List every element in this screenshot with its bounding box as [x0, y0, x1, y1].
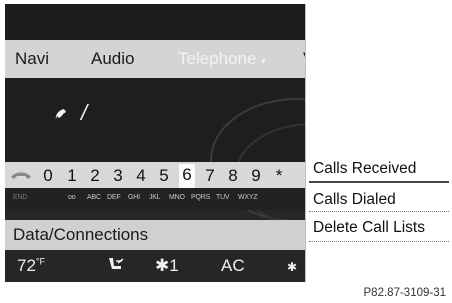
menu-item-telephone[interactable]: Telephone ▾: [178, 49, 266, 69]
chevron-down-icon: ▾: [261, 56, 266, 66]
figure-caption: P82.87-3109-31: [363, 287, 446, 299]
air-distribution-icon[interactable]: [105, 256, 125, 274]
key-3[interactable]: 3: [110, 166, 126, 186]
temperature-value: 72: [17, 256, 36, 275]
fan-speed-control[interactable]: ✱1: [155, 256, 179, 276]
key-2-letters: ABC: [87, 194, 101, 201]
key-4-letters: GHI: [128, 194, 140, 201]
climate-bar: 72°F ✱1 AC ✱: [5, 250, 305, 282]
key-9-letters: WXYZ: [238, 194, 258, 201]
data-connections-button[interactable]: Data/Connections: [5, 220, 305, 250]
end-call-icon[interactable]: [9, 168, 33, 182]
menu-item-audio[interactable]: Audio: [91, 49, 134, 69]
number-keypad: 0 1 2 3 4 5 6 7 8 9 *: [5, 162, 305, 188]
end-label: END: [13, 194, 28, 201]
key-star[interactable]: *: [271, 166, 287, 186]
temperature-unit: °F: [35, 256, 46, 267]
key-3-letters: DEF: [107, 194, 121, 201]
key-5[interactable]: 5: [156, 166, 172, 186]
head-unit-screen: Navi Audio Telephone ▾ V / 0 1 2 3 4 5 6…: [5, 4, 305, 282]
status-bar: [5, 4, 305, 40]
key-7-letters: PQRS: [191, 194, 211, 201]
temperature-readout[interactable]: 72°F: [17, 256, 45, 276]
divider: [305, 4, 306, 282]
key-8-letters: TUV: [216, 194, 230, 201]
data-connections-label: Data/Connections: [13, 225, 149, 244]
divider: [309, 241, 449, 242]
keypad-letter-labels: END oo ABC DEF GHI JKL MNO PQRS TUV WXYZ: [5, 188, 305, 210]
call-lists-menu: Calls Received Calls Dialed Delete Call …: [305, 4, 452, 282]
key-8[interactable]: 8: [225, 166, 241, 186]
menu-item-calls-dialed[interactable]: Calls Dialed: [313, 191, 396, 209]
input-cursor: /: [81, 100, 88, 125]
key-1[interactable]: 1: [64, 166, 80, 186]
fan-icon[interactable]: ✱: [287, 260, 297, 274]
menu-item-delete-call-lists[interactable]: Delete Call Lists: [313, 219, 425, 237]
key-6-letters: MNO: [169, 194, 185, 201]
key-7[interactable]: 7: [202, 166, 218, 186]
menu-item-telephone-label: Telephone: [178, 49, 257, 68]
ac-button[interactable]: AC: [221, 256, 245, 276]
key-4[interactable]: 4: [133, 166, 149, 186]
phone-handset-icon: [55, 109, 66, 119]
key-9[interactable]: 9: [248, 166, 264, 186]
key-2[interactable]: 2: [87, 166, 103, 186]
menu-item-navi[interactable]: Navi: [15, 49, 49, 69]
fan-icon: ✱: [155, 256, 170, 275]
main-menu-bar: Navi Audio Telephone ▾ V: [5, 40, 305, 78]
key-0[interactable]: 0: [40, 166, 56, 186]
menu-item-calls-received[interactable]: Calls Received: [313, 160, 416, 178]
selection-underline: [309, 181, 449, 183]
voicemail-label: oo: [68, 194, 76, 201]
fan-level: 1: [169, 256, 179, 275]
key-5-letters: JKL: [149, 194, 161, 201]
key-6[interactable]: 6: [179, 164, 195, 188]
dial-display: /: [5, 78, 305, 227]
divider: [309, 211, 449, 212]
